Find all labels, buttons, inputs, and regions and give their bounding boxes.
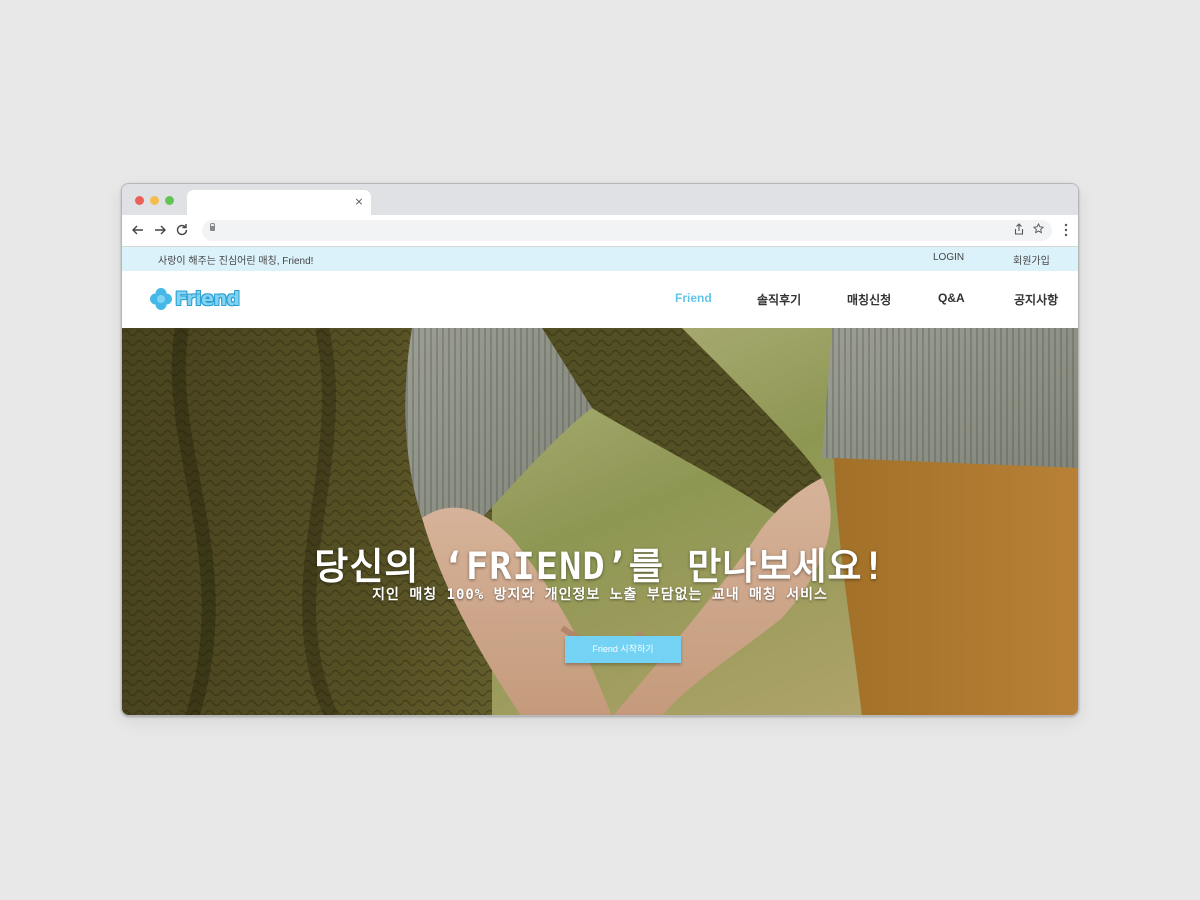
start-friend-button[interactable]: Friend 시작하기 (565, 636, 681, 663)
logo-text: Friend (175, 288, 240, 310)
browser-tab[interactable]: × (187, 190, 371, 215)
hero-subtitle: 지인 매칭 100% 방지와 개인정보 노출 부담없는 교내 매칭 서비스 (372, 587, 828, 603)
clover-logo-icon (150, 288, 172, 310)
hero-banner: 당신의 ‘FRIEND’를 만나보세요! 지인 매칭 100% 방지와 개인정보… (122, 328, 1078, 715)
reload-icon[interactable] (174, 222, 190, 238)
address-bar[interactable] (202, 220, 1052, 241)
tab-close-icon[interactable]: × (353, 195, 365, 209)
back-arrow-icon[interactable] (130, 222, 146, 238)
lock-icon (210, 223, 215, 231)
more-menu-icon[interactable] (1064, 223, 1068, 241)
share-icon[interactable] (1014, 223, 1024, 240)
web-page: 사랑이 해주는 진심어린 매칭, Friend! LOGIN 회원가입 Frie… (122, 247, 1078, 715)
nav-notice[interactable]: 공지사항 (1014, 291, 1058, 308)
nav-match-apply[interactable]: 매칭신청 (847, 291, 891, 308)
browser-toolbar (122, 215, 1078, 247)
close-window-button[interactable] (135, 196, 144, 205)
nav-reviews[interactable]: 솔직후기 (757, 291, 801, 308)
login-link[interactable]: LOGIN (933, 252, 964, 263)
hero-title: 당신의 ‘FRIEND’를 만나보세요! (314, 545, 886, 588)
minimize-window-button[interactable] (150, 196, 159, 205)
signup-link[interactable]: 회원가입 (1013, 252, 1050, 267)
maximize-window-button[interactable] (165, 196, 174, 205)
top-info-strip: 사랑이 해주는 진심어린 매칭, Friend! LOGIN 회원가입 (122, 247, 1078, 271)
site-header: Friend Friend 솔직후기 매칭신청 Q&A 공지사항 (122, 271, 1078, 328)
site-logo[interactable]: Friend (149, 285, 240, 313)
nav-friend[interactable]: Friend (675, 291, 712, 305)
forward-arrow-icon[interactable] (152, 222, 168, 238)
browser-window: × 사랑이 해주는 진심어린 매칭, Friend! LOGIN 회원가입 Fr… (121, 183, 1079, 716)
site-tagline: 사랑이 해주는 진심어린 매칭, Friend! (158, 256, 314, 267)
star-icon[interactable] (1032, 222, 1045, 239)
tab-bar: × (122, 184, 1078, 215)
nav-qna[interactable]: Q&A (938, 291, 965, 305)
